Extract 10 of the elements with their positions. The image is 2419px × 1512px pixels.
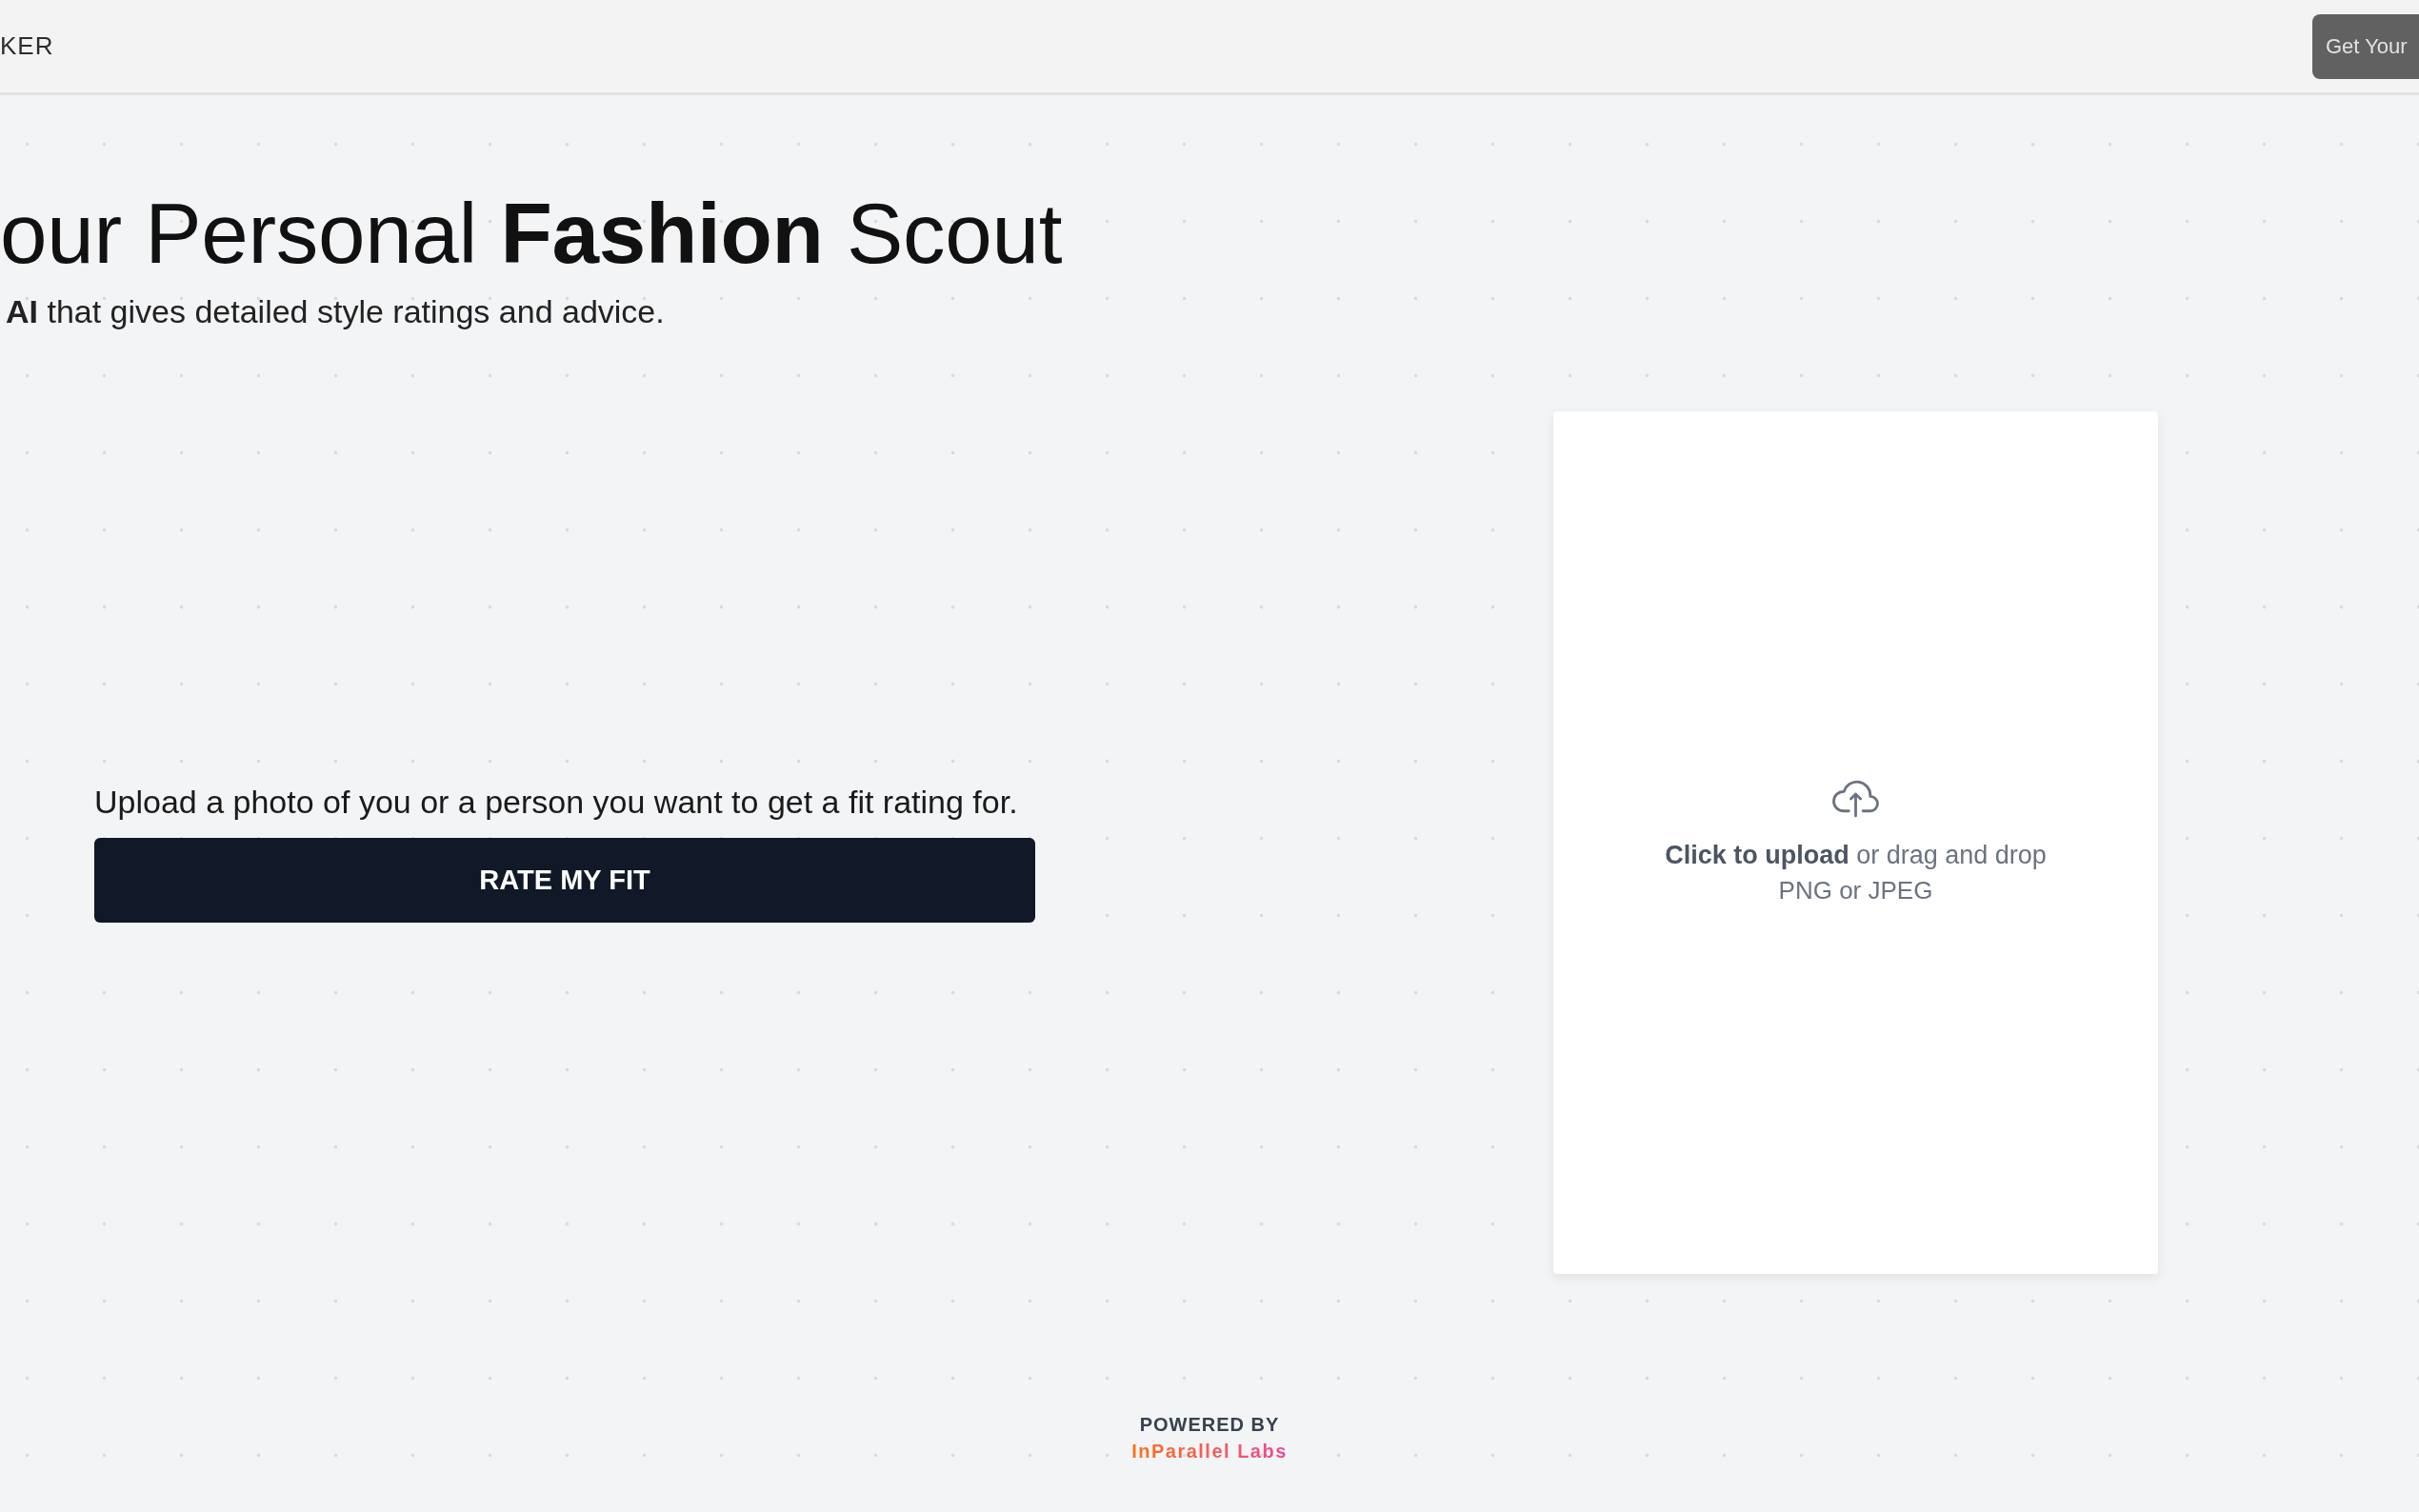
cta-button[interactable]: Get Your — [2312, 13, 2419, 79]
upload-instructions: Upload a photo of you or a person you want to get a fit rating for. — [94, 782, 1018, 822]
file-types-hint: PNG or JPEG — [1778, 875, 1933, 906]
page-subtitle: AI that gives detailed style ratings and advice. — [6, 292, 665, 331]
upload-prompt: Click to upload or drag and drop — [1665, 840, 2047, 871]
brand-name: KER — [0, 31, 54, 61]
rate-my-fit-button[interactable]: RATE MY FIT — [94, 837, 1035, 923]
upload-dropzone[interactable]: Click to upload or drag and drop PNG or JPEG — [1553, 411, 2158, 1274]
page-headline: our Personal Fashion Scout — [0, 185, 1063, 283]
powered-by-label: POWERED BY — [1139, 1413, 1280, 1437]
